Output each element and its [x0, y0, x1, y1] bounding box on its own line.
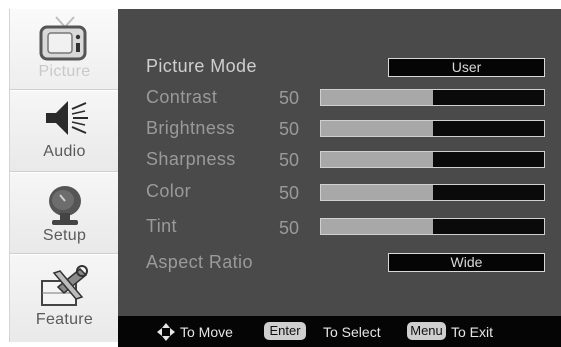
enter-key: Enter: [264, 322, 306, 340]
sidebar-item-setup[interactable]: Setup: [10, 173, 119, 254]
picture-mode-select[interactable]: User: [388, 58, 545, 77]
tint-slider-fill: [321, 219, 433, 234]
speaker-icon: [46, 101, 88, 135]
brightness-slider[interactable]: [320, 120, 545, 137]
sharpness-value: 50: [279, 150, 300, 170]
menu-key: Menu: [407, 322, 446, 340]
picture-mode-label: Picture Mode: [146, 56, 257, 76]
picture-settings-panel: Picture Mode User Contrast 50 Brightness…: [118, 9, 561, 316]
tint-value: 50: [279, 218, 300, 238]
contrast-value: 50: [279, 88, 300, 108]
sharpness-slider-fill: [321, 152, 433, 167]
sharpness-label: Sharpness: [146, 149, 236, 169]
sidebar-item-label: Feature: [35, 311, 94, 328]
osd-footer-hints: To Move Enter To Select Menu To Exit: [118, 316, 561, 347]
contrast-slider[interactable]: [320, 89, 545, 106]
tv-icon: [39, 16, 87, 61]
contrast-label: Contrast: [146, 87, 218, 107]
aspect-ratio-select[interactable]: Wide: [388, 253, 545, 272]
aspect-ratio-label: Aspect Ratio: [146, 252, 253, 272]
move-arrows-icon: [157, 323, 175, 341]
tint-slider[interactable]: [320, 218, 545, 235]
sharpness-slider[interactable]: [320, 151, 545, 168]
tools-icon: [41, 265, 88, 306]
contrast-slider-fill: [321, 90, 433, 105]
select-hint: To Select: [323, 324, 381, 340]
move-hint: To Move: [180, 324, 233, 340]
satellite-dish-icon: [49, 186, 81, 225]
color-label: Color: [146, 181, 192, 201]
color-slider[interactable]: [320, 184, 545, 201]
osd-sidebar: Picture Audio Setup Feature: [9, 9, 119, 342]
sidebar-item-feature[interactable]: Feature: [10, 255, 119, 342]
sidebar-item-audio[interactable]: Audio: [10, 91, 119, 172]
sidebar-item-picture[interactable]: Picture: [10, 9, 119, 90]
brightness-slider-fill: [321, 121, 433, 136]
sidebar-item-label: Audio: [43, 143, 86, 160]
brightness-value: 50: [279, 119, 300, 139]
exit-hint: To Exit: [451, 324, 494, 340]
sidebar-item-label: Setup: [42, 227, 87, 244]
color-slider-fill: [321, 185, 433, 200]
brightness-label: Brightness: [146, 118, 236, 138]
color-value: 50: [279, 183, 300, 203]
sidebar-item-label: Picture: [38, 63, 91, 80]
tint-label: Tint: [146, 216, 177, 236]
